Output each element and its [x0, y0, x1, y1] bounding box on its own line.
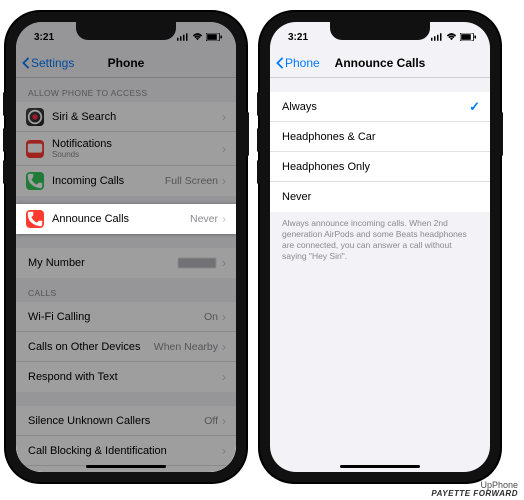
- section-header-allow: ALLOW PHONE TO ACCESS: [16, 78, 236, 102]
- row-label: Call Blocking & Identification: [28, 445, 222, 457]
- checkmark-icon: ✓: [469, 99, 480, 115]
- row-value: When Nearby: [154, 341, 218, 353]
- row-label: Incoming Calls: [52, 175, 165, 187]
- row-call-blocking[interactable]: Call Blocking & Identification ›: [16, 436, 236, 466]
- status-icons: [177, 33, 222, 41]
- row-calls-other-devices[interactable]: Calls on Other Devices When Nearby ›: [16, 332, 236, 362]
- row-silence-unknown[interactable]: Silence Unknown Callers Off ›: [16, 406, 236, 436]
- row-value: On: [204, 311, 218, 323]
- notch: [330, 22, 430, 40]
- battery-icon: [206, 33, 222, 41]
- wifi-icon: [192, 33, 203, 41]
- page-title: Announce Calls: [335, 56, 426, 70]
- option-headphones-only[interactable]: Headphones Only: [270, 152, 490, 182]
- row-label: Wi-Fi Calling: [28, 311, 204, 323]
- chevron-right-icon: ›: [222, 142, 226, 156]
- wifi-icon: [446, 33, 457, 41]
- phone-frame-left: 3:21 Settings Phone ALLOW PHONE TO ACCES…: [6, 12, 246, 482]
- row-value: Never: [190, 213, 218, 225]
- page-title: Phone: [108, 56, 145, 70]
- option-always[interactable]: Always ✓: [270, 92, 490, 122]
- back-label: Phone: [285, 56, 320, 70]
- navbar-right: Phone Announce Calls: [270, 48, 490, 78]
- option-headphones-car[interactable]: Headphones & Car: [270, 122, 490, 152]
- chevron-left-icon: [276, 57, 284, 69]
- siri-icon: [26, 108, 44, 126]
- my-number-redacted: [178, 258, 216, 268]
- row-siri-search[interactable]: Siri & Search ›: [16, 102, 236, 132]
- chevron-right-icon: ›: [222, 444, 226, 458]
- status-time: 3:21: [34, 32, 54, 43]
- back-button-settings[interactable]: Settings: [22, 56, 74, 70]
- battery-icon: [460, 33, 476, 41]
- option-label: Never: [282, 191, 480, 203]
- chevron-right-icon: ›: [222, 310, 226, 324]
- signal-icon: [431, 33, 443, 41]
- watermark: UpPhone PAYETTE FORWARD: [431, 481, 518, 498]
- signal-icon: [177, 33, 189, 41]
- row-label: Silence Unknown Callers: [28, 415, 204, 427]
- chevron-left-icon: [22, 57, 30, 69]
- notifications-icon: [26, 140, 44, 158]
- row-label: My Number: [28, 257, 178, 269]
- section-header-calls: CALLS: [16, 278, 236, 302]
- notch: [76, 22, 176, 40]
- row-announce-calls[interactable]: Announce Calls Never ›: [16, 204, 236, 234]
- option-label: Headphones & Car: [282, 131, 480, 143]
- status-time: 3:21: [288, 32, 308, 43]
- row-value: Off: [204, 415, 218, 427]
- screen-left: 3:21 Settings Phone ALLOW PHONE TO ACCES…: [16, 22, 236, 472]
- settings-content: ALLOW PHONE TO ACCESS Siri & Search ›: [16, 78, 236, 472]
- status-icons: [431, 33, 476, 41]
- home-indicator[interactable]: [340, 465, 420, 468]
- chevron-right-icon: ›: [222, 212, 226, 226]
- option-label: Headphones Only: [282, 161, 480, 173]
- screen-right: 3:21 Phone Announce Calls Alway: [270, 22, 490, 472]
- row-label: Siri & Search: [52, 111, 222, 123]
- chevron-right-icon: ›: [222, 256, 226, 270]
- chevron-right-icon: ›: [222, 110, 226, 124]
- row-value: Full Screen: [165, 175, 218, 187]
- row-label: Respond with Text: [28, 371, 222, 383]
- row-wifi-calling[interactable]: Wi-Fi Calling On ›: [16, 302, 236, 332]
- option-never[interactable]: Never: [270, 182, 490, 212]
- phone-icon: [26, 172, 44, 190]
- row-my-number[interactable]: My Number ›: [16, 248, 236, 278]
- announce-icon: [26, 210, 44, 228]
- navbar-left: Settings Phone: [16, 48, 236, 78]
- option-label: Always: [282, 101, 469, 113]
- chevron-right-icon: ›: [222, 414, 226, 428]
- back-label: Settings: [31, 56, 74, 70]
- chevron-right-icon: ›: [222, 340, 226, 354]
- row-notifications[interactable]: Notifications Sounds ›: [16, 132, 236, 166]
- row-incoming-calls[interactable]: Incoming Calls Full Screen ›: [16, 166, 236, 196]
- phone-frame-right: 3:21 Phone Announce Calls Alway: [260, 12, 500, 482]
- back-button-phone[interactable]: Phone: [276, 56, 320, 70]
- section-footer: Always announce incoming calls. When 2nd…: [270, 212, 490, 266]
- row-label: Announce Calls: [52, 213, 190, 225]
- row-label: Notifications Sounds: [52, 138, 222, 159]
- chevron-right-icon: ›: [222, 174, 226, 188]
- home-indicator[interactable]: [86, 465, 166, 468]
- announce-content: Always ✓ Headphones & Car Headphones Onl…: [270, 78, 490, 472]
- row-label: Calls on Other Devices: [28, 341, 154, 353]
- chevron-right-icon: ›: [222, 370, 226, 384]
- row-respond-with-text[interactable]: Respond with Text ›: [16, 362, 236, 392]
